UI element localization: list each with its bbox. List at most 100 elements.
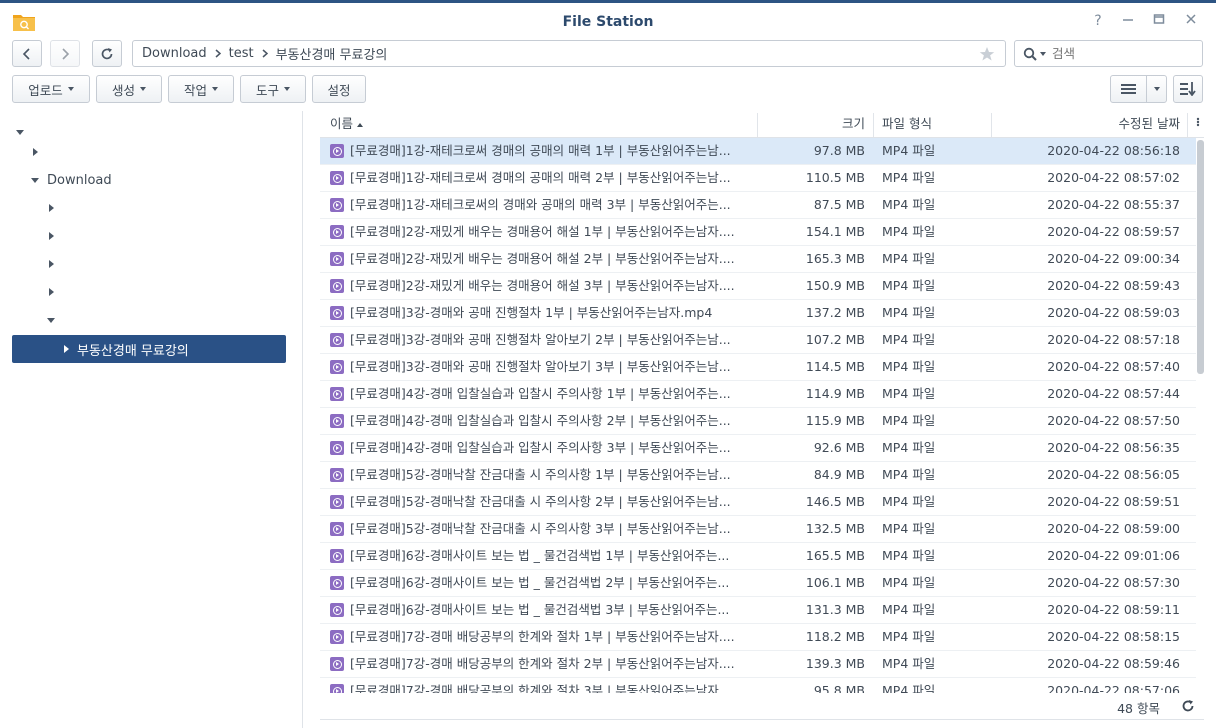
- refresh-button[interactable]: [92, 40, 122, 67]
- tree-node-download[interactable]: Download: [31, 167, 112, 193]
- file-row[interactable]: [무료경매]7강-경매 배당공부의 한계와 절차 1부 | 부동산읽어주는남자.…: [320, 624, 1196, 651]
- collapse-arrow-icon[interactable]: [49, 204, 54, 212]
- file-row[interactable]: [무료경매]6강-경매사이트 보는 법 _ 물건검색법 3부 | 부동산읽어주는…: [320, 597, 1196, 624]
- scrollbar-thumb[interactable]: [1197, 140, 1204, 374]
- sort-button[interactable]: [1173, 75, 1203, 103]
- file-name: [무료경매]4강-경매 입찰실습과 입찰시 주의사항 2부 | 부동산읽어주는.…: [350, 413, 731, 428]
- expand-arrow-icon[interactable]: [31, 177, 39, 183]
- file-row[interactable]: [무료경매]5강-경매낙찰 잔금대출 시 주의사항 2부 | 부동산읽어주는남.…: [320, 489, 1196, 516]
- file-type: MP4 파일: [882, 143, 936, 158]
- file-modified-date: 2020-04-22 08:56:05: [1047, 467, 1180, 482]
- action-button[interactable]: 작업: [168, 75, 234, 103]
- video-file-icon: [330, 495, 344, 509]
- search-options-chevron-icon[interactable]: [1040, 51, 1046, 56]
- column-header-name-label: 이름: [330, 116, 354, 131]
- file-row[interactable]: [무료경매]3강-경매와 공매 진행절차 1부 | 부동산읽어주는남자.mp4 1…: [320, 300, 1196, 327]
- file-type: MP4 파일: [882, 170, 936, 185]
- file-row[interactable]: [무료경매]3강-경매와 공매 진행절차 알아보기 2부 | 부동산읽어주는남.…: [320, 327, 1196, 354]
- search-input[interactable]: [1052, 46, 1192, 61]
- list-view-button[interactable]: [1110, 75, 1147, 103]
- close-icon[interactable]: [1181, 12, 1201, 30]
- forward-button[interactable]: [50, 40, 80, 67]
- column-separator[interactable]: [991, 113, 992, 137]
- maximize-icon[interactable]: [1149, 12, 1169, 30]
- file-row[interactable]: [무료경매]6강-경매사이트 보는 법 _ 물건검색법 1부 | 부동산읽어주는…: [320, 543, 1196, 570]
- search-icon[interactable]: [1023, 47, 1037, 61]
- column-header-type[interactable]: 파일 형식: [882, 111, 932, 137]
- breadcrumb-item-current-folder[interactable]: 부동산경매 무료강의: [276, 44, 388, 63]
- file-row[interactable]: [무료경매]5강-경매낙찰 잔금대출 시 주의사항 1부 | 부동산읽어주는남.…: [320, 462, 1196, 489]
- tree-node-test[interactable]: [47, 307, 55, 333]
- chevron-down-icon: [1153, 87, 1160, 91]
- breadcrumb-item-download[interactable]: Download: [142, 46, 207, 61]
- file-type: MP4 파일: [882, 467, 936, 482]
- minimize-icon[interactable]: [1118, 12, 1138, 30]
- window-title: File Station: [562, 14, 654, 30]
- collapse-arrow-icon[interactable]: [49, 288, 54, 296]
- tree-node[interactable]: [49, 279, 54, 305]
- file-row[interactable]: [무료경매]6강-경매사이트 보는 법 _ 물건검색법 2부 | 부동산읽어주는…: [320, 570, 1196, 597]
- view-mode-dropdown[interactable]: [1146, 75, 1167, 103]
- file-row[interactable]: [무료경매]1강-재테크로써 경매의 공매의 매력 2부 | 부동산읽어주는남.…: [320, 165, 1196, 192]
- file-row[interactable]: [무료경매]2강-재밌게 배우는 경매용어 해설 1부 | 부동산읽어주는남자.…: [320, 219, 1196, 246]
- file-name: [무료경매]4강-경매 입찰실습과 입찰시 주의사항 1부 | 부동산읽어주는.…: [350, 386, 731, 401]
- column-separator[interactable]: [757, 113, 758, 137]
- file-size: 131.3 MB: [805, 602, 865, 617]
- refresh-icon[interactable]: [1180, 698, 1196, 714]
- file-row[interactable]: [무료경매]4강-경매 입찰실습과 입찰시 주의사항 1부 | 부동산읽어주는.…: [320, 381, 1196, 408]
- collapse-arrow-icon[interactable]: [49, 232, 54, 240]
- file-row[interactable]: [무료경매]7강-경매 배당공부의 한계와 절차 3부 | 부동산읽어주는남자.…: [320, 678, 1196, 693]
- column-header-modified[interactable]: 수정된 날짜: [1000, 111, 1180, 137]
- tree-root-node[interactable]: [16, 119, 24, 145]
- file-row[interactable]: [무료경매]3강-경매와 공매 진행절차 알아보기 3부 | 부동산읽어주는남.…: [320, 354, 1196, 381]
- file-row[interactable]: [무료경매]7강-경매 배당공부의 한계와 절차 2부 | 부동산읽어주는남자.…: [320, 651, 1196, 678]
- column-separator[interactable]: [873, 113, 874, 137]
- file-row[interactable]: [무료경매]5강-경매낙찰 잔금대출 시 주의사항 3부 | 부동산읽어주는남.…: [320, 516, 1196, 543]
- file-row[interactable]: [무료경매]1강-재테크로써의 경매와 공매의 매력 3부 | 부동산읽어주는.…: [320, 192, 1196, 219]
- tree-node[interactable]: [49, 223, 54, 249]
- file-row[interactable]: [무료경매]2강-재밌게 배우는 경매용어 해설 3부 | 부동산읽어주는남자.…: [320, 273, 1196, 300]
- file-type: MP4 파일: [882, 197, 936, 212]
- column-header-size-label: 크기: [841, 116, 865, 131]
- file-station-window: File Station ? Download test 부동산경매 무료강의: [0, 0, 1216, 728]
- file-row[interactable]: [무료경매]2강-재밌게 배우는 경매용어 해설 2부 | 부동산읽어주는남자.…: [320, 246, 1196, 273]
- file-row[interactable]: [무료경매]4강-경매 입찰실습과 입찰시 주의사항 3부 | 부동산읽어주는.…: [320, 435, 1196, 462]
- back-button[interactable]: [12, 40, 42, 67]
- tree-node[interactable]: [49, 195, 54, 221]
- column-header-modified-label: 수정된 날짜: [1118, 116, 1180, 131]
- tools-button[interactable]: 도구: [240, 75, 306, 103]
- settings-button[interactable]: 설정: [312, 75, 366, 103]
- create-button[interactable]: 생성: [96, 75, 162, 103]
- tree-node[interactable]: [33, 139, 38, 165]
- column-header-name[interactable]: 이름: [330, 111, 364, 137]
- column-separator[interactable]: [1187, 113, 1188, 137]
- sort-ascending-icon: [357, 122, 364, 127]
- tree-node-selected-folder[interactable]: 부동산경매 무료강의: [12, 335, 286, 363]
- tree-node[interactable]: [49, 251, 54, 277]
- title-bar: File Station ?: [0, 6, 1216, 36]
- expand-arrow-icon[interactable]: [47, 317, 55, 323]
- pane-divider[interactable]: [302, 111, 303, 728]
- file-modified-date: 2020-04-22 08:59:57: [1047, 224, 1180, 239]
- video-file-icon: [330, 684, 344, 693]
- breadcrumb-item-test[interactable]: test: [229, 46, 254, 61]
- search-box[interactable]: [1014, 40, 1203, 67]
- help-icon[interactable]: ?: [1088, 12, 1108, 30]
- file-size: 165.5 MB: [805, 548, 865, 563]
- column-header-size[interactable]: 크기: [760, 111, 865, 137]
- collapse-arrow-icon[interactable]: [64, 345, 69, 353]
- file-modified-date: 2020-04-22 08:57:40: [1047, 359, 1180, 374]
- file-type: MP4 파일: [882, 224, 936, 239]
- collapse-arrow-icon[interactable]: [49, 260, 54, 268]
- file-row[interactable]: [무료경매]1강-재테크로써 경매의 공매의 매력 1부 | 부동산읽어주는남.…: [320, 138, 1196, 165]
- file-name: [무료경매]1강-재테크로써 경매의 공매의 매력 2부 | 부동산읽어주는남.…: [350, 170, 731, 185]
- star-icon[interactable]: [979, 46, 995, 62]
- file-size: 118.2 MB: [805, 629, 865, 644]
- upload-button[interactable]: 업로드: [12, 75, 90, 103]
- expand-arrow-icon[interactable]: [16, 129, 24, 135]
- column-options-icon[interactable]: [1192, 111, 1204, 137]
- collapse-arrow-icon[interactable]: [33, 148, 38, 156]
- file-size: 115.9 MB: [805, 413, 865, 428]
- file-type: MP4 파일: [882, 251, 936, 266]
- file-row[interactable]: [무료경매]4강-경매 입찰실습과 입찰시 주의사항 2부 | 부동산읽어주는.…: [320, 408, 1196, 435]
